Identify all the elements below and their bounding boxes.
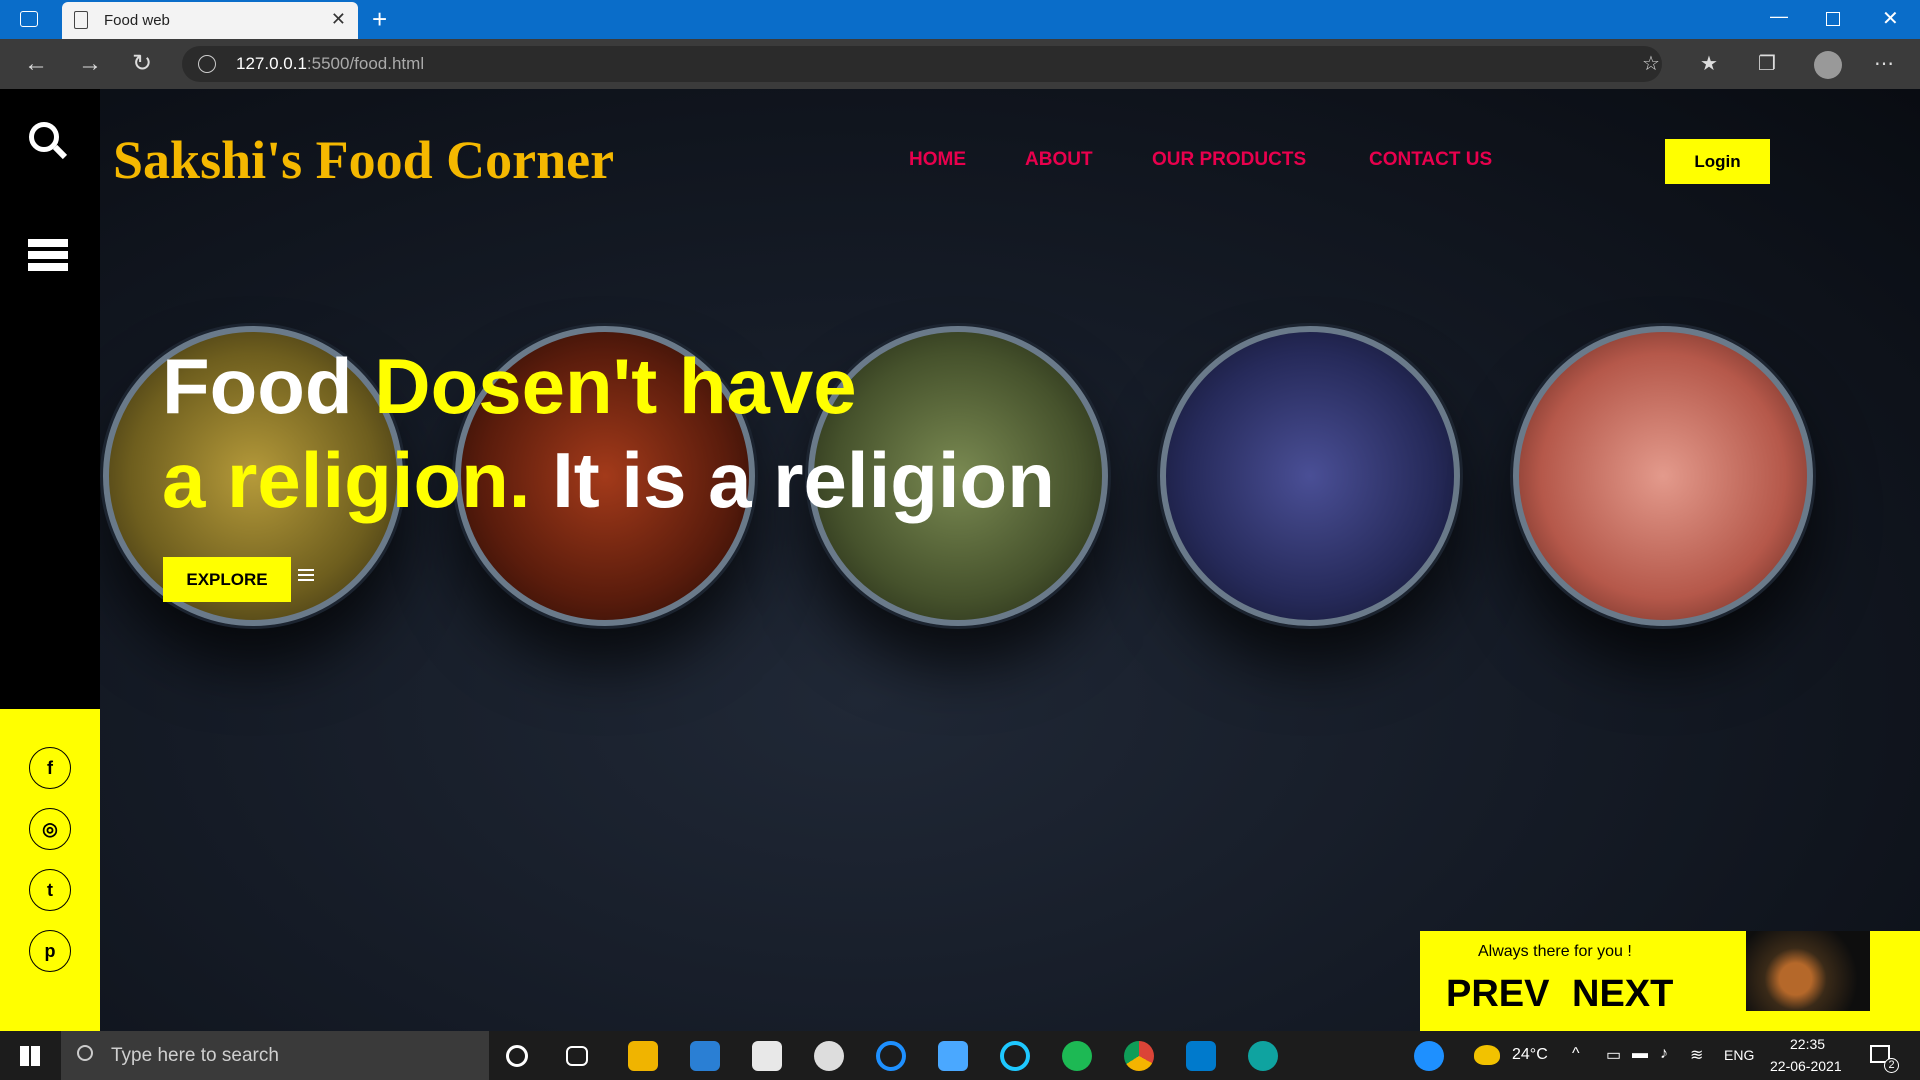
taskbar-search[interactable]: Type here to search [61, 1031, 489, 1080]
restore-icon[interactable] [1826, 12, 1840, 26]
facebook-icon[interactable]: f [29, 747, 71, 789]
refresh-icon[interactable]: ↻ [132, 39, 152, 89]
nav-products[interactable]: OUR PRODUCTS [1152, 149, 1306, 171]
back-icon[interactable]: ← [24, 39, 48, 89]
page-icon [74, 11, 88, 29]
spice-bowl-salt [1513, 326, 1813, 626]
menu-lines-icon[interactable] [298, 569, 314, 583]
language-indicator[interactable]: ENG [1724, 1047, 1754, 1063]
tray-chevron-icon[interactable]: ^ [1572, 1045, 1580, 1063]
headline-highlight-2: a religion. [162, 436, 531, 524]
profile-avatar[interactable] [1814, 51, 1842, 79]
login-button[interactable]: Login [1665, 139, 1770, 184]
hero-headline: Food Dosen't have a religion. It is a re… [162, 339, 1055, 527]
nav-about[interactable]: ABOUT [1025, 149, 1093, 171]
address-bar-area: ← → ↻ 127.0.0.1:5500/food.html ☆ ★ ❐ ⋯ [0, 39, 1920, 89]
chrome-icon[interactable] [1124, 1041, 1154, 1071]
dropbox-icon[interactable] [752, 1041, 782, 1071]
volume-icon[interactable]: ♪ [1660, 1045, 1668, 1063]
mail-icon[interactable] [690, 1041, 720, 1071]
close-window-icon[interactable]: ✕ [1882, 6, 1899, 31]
tab-actions-icon[interactable] [20, 11, 38, 27]
vscode-icon[interactable] [1186, 1041, 1216, 1071]
brand-logo[interactable]: Sakshi's Food Corner [113, 129, 614, 191]
task-view-icon[interactable] [566, 1046, 588, 1066]
tab-title: Food web [104, 12, 170, 29]
nav-contact[interactable]: CONTACT US [1369, 149, 1492, 171]
burger-thumbnail [1746, 931, 1870, 1011]
pinterest-icon[interactable]: p [29, 930, 71, 972]
nav-home[interactable]: HOME [909, 149, 966, 171]
twitter-icon[interactable]: t [29, 869, 71, 911]
list-icon[interactable] [28, 239, 68, 271]
windows-start-icon[interactable] [20, 1046, 40, 1066]
bolt-app-icon[interactable] [938, 1041, 968, 1071]
cortana-icon[interactable] [506, 1045, 528, 1067]
github-icon[interactable] [814, 1041, 844, 1071]
network-icon[interactable]: ▭ [1606, 1045, 1621, 1065]
weather-icon[interactable] [1474, 1045, 1500, 1065]
left-sidebar [0, 89, 100, 709]
prev-button[interactable]: PREV [1446, 973, 1549, 1016]
url-host: 127.0.0.1 [236, 54, 307, 73]
browser-titlebar: Food web ✕ + — ✕ [0, 0, 1920, 39]
search-placeholder: Type here to search [111, 1045, 279, 1066]
alexa-icon[interactable] [1000, 1041, 1030, 1071]
url-field[interactable]: 127.0.0.1:5500/food.html [182, 46, 1662, 82]
cortana-ring-icon[interactable] [876, 1041, 906, 1071]
slider-panel: Always there for you ! PREV NEXT [1420, 931, 1920, 1031]
file-explorer-icon[interactable] [628, 1041, 658, 1071]
web-page: f ◎ t p Sakshi's Food Corner HOME ABOUT … [0, 89, 1920, 1031]
headline-tail: It is a religion [552, 436, 1055, 524]
battery-icon[interactable]: ▬ [1632, 1045, 1648, 1063]
search-glass-icon [77, 1045, 93, 1061]
panel-tagline: Always there for you ! [1478, 943, 1632, 960]
explore-button[interactable]: EXPLORE [163, 557, 291, 602]
edge-icon[interactable] [1248, 1041, 1278, 1071]
spice-bowl-lavender [1160, 326, 1460, 626]
new-tab-icon[interactable]: + [372, 4, 387, 35]
temperature[interactable]: 24°C [1512, 1046, 1548, 1064]
favorites-icon[interactable]: ★ [1700, 39, 1718, 89]
wifi-icon[interactable]: ≋ [1690, 1045, 1703, 1065]
headline-highlight-1: Dosen't have [374, 342, 857, 430]
clock-date[interactable]: 22-06-2021 [1770, 1058, 1842, 1074]
headline-word-food: Food [162, 342, 353, 430]
windows-taskbar: Type here to search 24°C ^ ▭ ▬ ♪ ≋ ENG 2… [0, 1031, 1920, 1080]
help-icon[interactable] [1414, 1041, 1444, 1071]
next-button[interactable]: NEXT [1572, 973, 1673, 1016]
browser-tab[interactable]: Food web ✕ [62, 2, 358, 39]
clock-time[interactable]: 22:35 [1790, 1036, 1825, 1052]
forward-icon[interactable]: → [78, 39, 102, 89]
collections-icon[interactable]: ❐ [1758, 39, 1776, 89]
close-tab-icon[interactable]: ✕ [331, 9, 346, 30]
social-bar: f ◎ t p [0, 709, 100, 1031]
more-menu-icon[interactable]: ⋯ [1874, 39, 1894, 89]
add-favorite-icon[interactable]: ☆ [1642, 39, 1660, 89]
info-icon[interactable] [198, 55, 216, 73]
instagram-icon[interactable]: ◎ [29, 808, 71, 850]
url-path: :5500/food.html [306, 54, 425, 73]
spotify-icon[interactable] [1062, 1041, 1092, 1071]
notification-count: 2 [1884, 1058, 1899, 1073]
search-icon-handle [52, 144, 68, 160]
minimize-icon[interactable]: — [1770, 6, 1788, 27]
